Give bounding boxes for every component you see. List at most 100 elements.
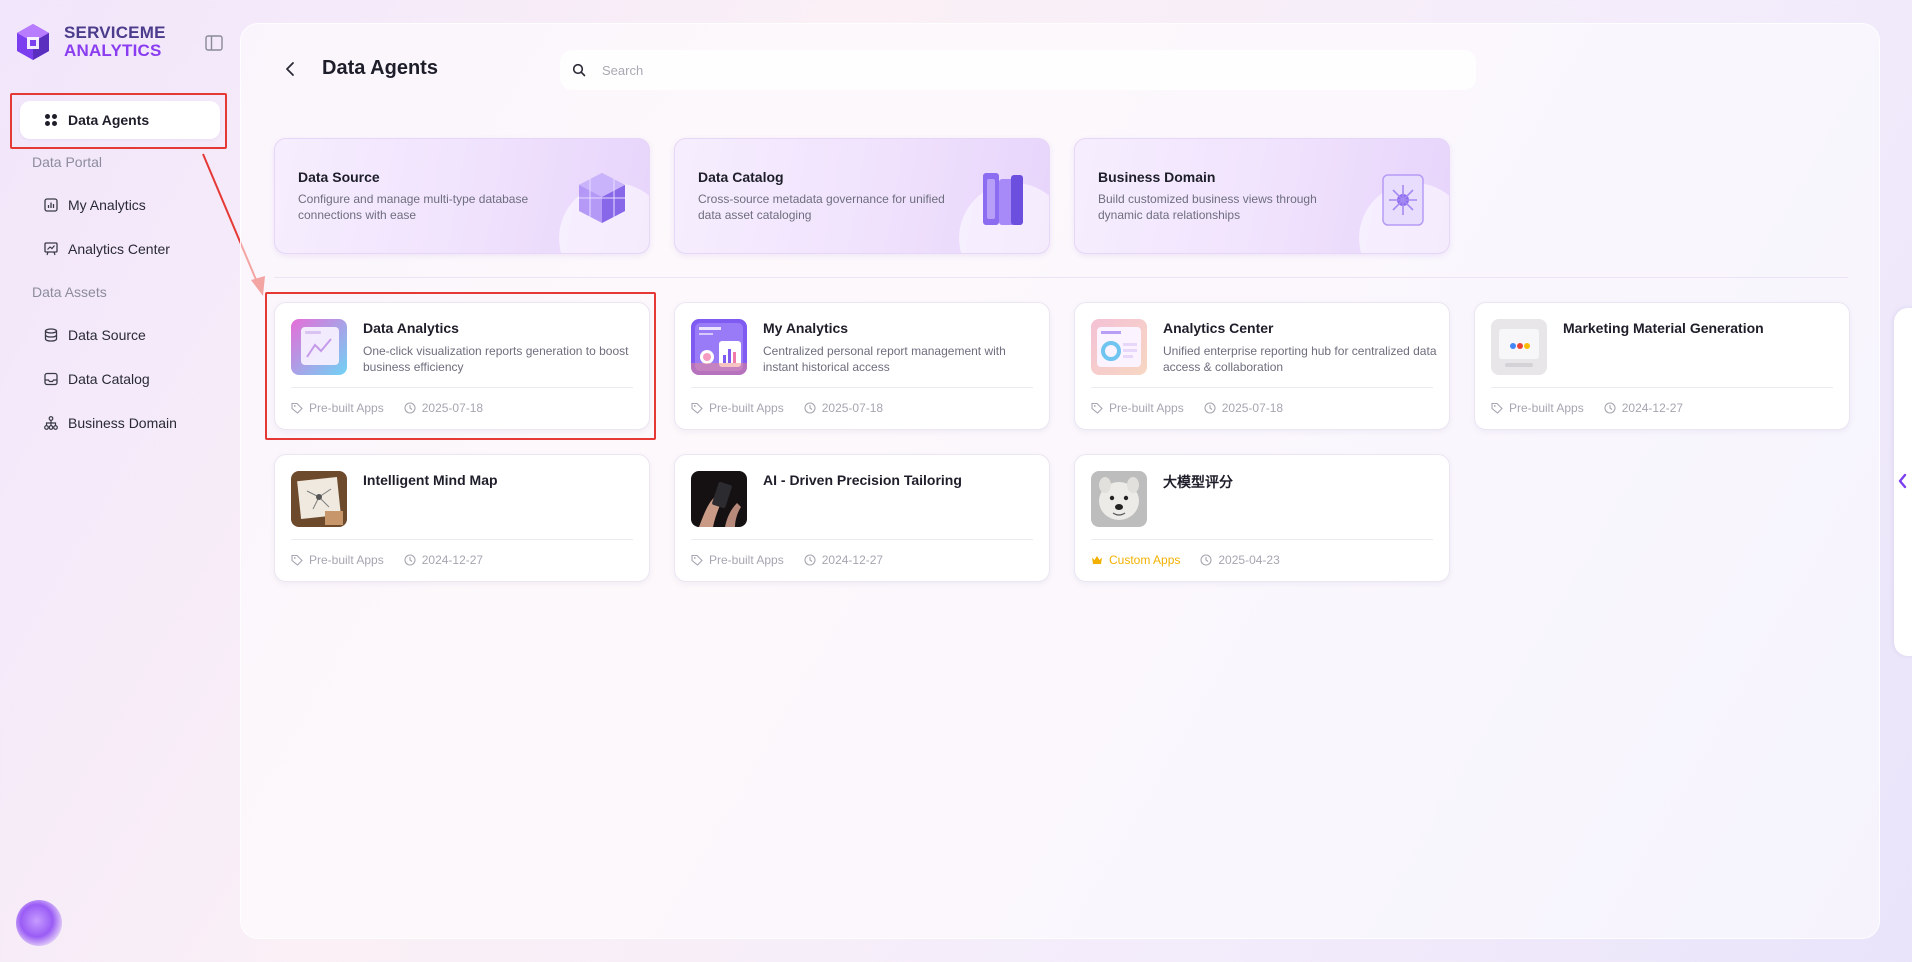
clock-icon bbox=[804, 402, 816, 414]
tag-label: Pre-built Apps bbox=[1109, 401, 1184, 415]
app-thumbnail bbox=[291, 471, 347, 527]
card-separator bbox=[691, 387, 1033, 388]
sidebar-item-data-source[interactable]: Data Source bbox=[44, 325, 146, 345]
app-tag: Pre-built Apps bbox=[691, 553, 784, 567]
back-arrow-icon[interactable] bbox=[281, 60, 299, 78]
app-date: 2024-12-27 bbox=[1604, 401, 1683, 415]
feature-title: Data Catalog bbox=[698, 169, 784, 185]
app-date: 2024-12-27 bbox=[404, 553, 483, 567]
tag-label: Pre-built Apps bbox=[1509, 401, 1584, 415]
app-desc: Unified enterprise reporting hub for cen… bbox=[1163, 344, 1437, 374]
section-divider bbox=[274, 277, 1848, 278]
card-separator bbox=[1091, 539, 1433, 540]
app-tag: Pre-built Apps bbox=[691, 401, 784, 415]
app-card-marketing-material[interactable]: Marketing Material Generation Pre-built … bbox=[1474, 302, 1850, 430]
sidebar-item-my-analytics[interactable]: My Analytics bbox=[44, 195, 146, 215]
app-card-my-analytics[interactable]: My Analytics Centralized personal report… bbox=[674, 302, 1050, 430]
sidebar-item-label: My Analytics bbox=[68, 197, 146, 213]
sidebar-item-analytics-center[interactable]: Analytics Center bbox=[44, 239, 170, 259]
sidebar-item-label: Analytics Center bbox=[68, 241, 170, 257]
sidebar-item-business-domain[interactable]: Business Domain bbox=[44, 413, 177, 433]
feature-card-data-catalog[interactable]: Data Catalog Cross-source metadata gover… bbox=[674, 138, 1050, 254]
app-card-data-analytics[interactable]: Data Analytics One-click visualization r… bbox=[274, 302, 650, 430]
presentation-icon bbox=[44, 242, 58, 256]
app-thumbnail bbox=[1491, 319, 1547, 375]
card-separator bbox=[1091, 387, 1433, 388]
page-title: Data Agents bbox=[322, 57, 438, 79]
search-bar[interactable] bbox=[560, 50, 1476, 90]
app-thumbnail bbox=[691, 319, 747, 375]
sidebar: SERVICEME ANALYTICS Data Agents Data Por… bbox=[0, 0, 240, 962]
date-label: 2025-07-18 bbox=[421, 401, 484, 415]
sidebar-item-data-agents[interactable]: Data Agents bbox=[20, 101, 220, 139]
clock-icon bbox=[404, 402, 416, 414]
date-label: 2025-07-18 bbox=[821, 401, 884, 415]
card-separator bbox=[1491, 387, 1833, 388]
app-thumbnail bbox=[1091, 471, 1147, 527]
card-separator bbox=[291, 387, 633, 388]
tag-icon bbox=[291, 554, 303, 566]
sidebar-item-label: Data Agents bbox=[68, 112, 150, 128]
logo-icon bbox=[17, 24, 49, 60]
chart-icon bbox=[44, 198, 58, 212]
inbox-icon bbox=[44, 372, 58, 386]
date-label: 2024-12-27 bbox=[821, 553, 884, 567]
clock-icon bbox=[804, 554, 816, 566]
app-card-llm-scoring[interactable]: 大模型评分 Custom Apps 2025-04-23 bbox=[1074, 454, 1450, 582]
sidebar-collapse-icon[interactable] bbox=[205, 35, 223, 51]
app-thumbnail bbox=[291, 319, 347, 375]
app-date: 2025-07-18 bbox=[1204, 401, 1283, 415]
feature-desc: Build customized business views through … bbox=[1098, 192, 1317, 222]
section-data-portal: Data Portal bbox=[32, 154, 103, 170]
date-label: 2024-12-27 bbox=[1621, 401, 1684, 415]
app-card-ai-precision-tailoring[interactable]: AI - Driven Precision Tailoring Pre-buil… bbox=[674, 454, 1050, 582]
app-tag: Pre-built Apps bbox=[291, 553, 384, 567]
main-panel: Data Agents Data Source Configure and ma… bbox=[240, 23, 1880, 939]
chevron-left-icon[interactable] bbox=[1895, 470, 1909, 492]
app-date: 2025-07-18 bbox=[804, 401, 883, 415]
clock-icon bbox=[1204, 402, 1216, 414]
app-tag: Pre-built Apps bbox=[291, 401, 384, 415]
app-title: My Analytics bbox=[763, 320, 849, 336]
network-panel-icon bbox=[1382, 174, 1424, 226]
feature-title: Data Source bbox=[298, 169, 380, 185]
app-title: 大模型评分 bbox=[1163, 474, 1233, 490]
tag-icon bbox=[1091, 402, 1103, 414]
app-date: 2025-07-18 bbox=[404, 401, 483, 415]
sidebar-item-data-catalog[interactable]: Data Catalog bbox=[44, 369, 150, 389]
tag-label: Pre-built Apps bbox=[309, 401, 384, 415]
card-separator bbox=[691, 539, 1033, 540]
cube-cluster-icon bbox=[579, 173, 625, 223]
app-date: 2024-12-27 bbox=[804, 553, 883, 567]
app-title: Intelligent Mind Map bbox=[363, 472, 498, 488]
tag-icon bbox=[691, 554, 703, 566]
app-tag: Pre-built Apps bbox=[1091, 401, 1184, 415]
feature-card-data-source[interactable]: Data Source Configure and manage multi-t… bbox=[274, 138, 650, 254]
app-desc: Centralized personal report management w… bbox=[763, 344, 1006, 374]
feature-desc: Configure and manage multi-type database… bbox=[298, 192, 529, 222]
clock-icon bbox=[404, 554, 416, 566]
tag-icon bbox=[691, 402, 703, 414]
hierarchy-icon bbox=[44, 416, 58, 430]
brand-logo[interactable]: SERVICEME ANALYTICS bbox=[14, 22, 166, 62]
app-date: 2025-04-23 bbox=[1200, 553, 1280, 567]
card-separator bbox=[291, 539, 633, 540]
app-card-intelligent-mind-map[interactable]: Intelligent Mind Map Pre-built Apps 2024… bbox=[274, 454, 650, 582]
sidebar-item-label: Data Source bbox=[68, 327, 146, 343]
search-icon bbox=[572, 63, 586, 77]
clock-icon bbox=[1200, 554, 1212, 566]
app-title: Data Analytics bbox=[363, 320, 459, 336]
feature-card-business-domain[interactable]: Business Domain Build customized busines… bbox=[1074, 138, 1450, 254]
search-input[interactable] bbox=[602, 62, 1402, 78]
app-desc: One-click visualization reports generati… bbox=[363, 344, 629, 374]
tag-label: Pre-built Apps bbox=[309, 553, 384, 567]
brand-line1: SERVICEME bbox=[64, 23, 166, 42]
app-card-analytics-center[interactable]: Analytics Center Unified enterprise repo… bbox=[1074, 302, 1450, 430]
sidebar-item-label: Data Catalog bbox=[68, 371, 150, 387]
tag-label: Pre-built Apps bbox=[709, 401, 784, 415]
brand-line2: ANALYTICS bbox=[64, 41, 162, 60]
apps-grid-icon bbox=[45, 114, 57, 126]
app-title: Marketing Material Generation bbox=[1563, 320, 1764, 336]
assistant-orb[interactable] bbox=[16, 900, 62, 946]
crown-icon bbox=[1092, 556, 1102, 564]
